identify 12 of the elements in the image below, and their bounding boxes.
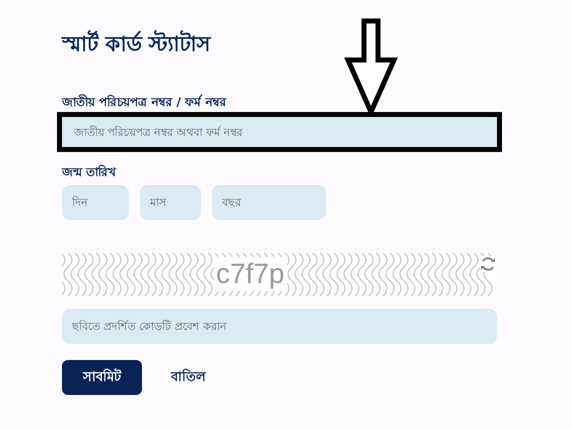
refresh-icon[interactable] [480,256,496,272]
cancel-button[interactable]: বাতিল [168,367,209,388]
captcha-field[interactable]: ছবিতে প্রদর্শিত কোডটি প্রবেশ করান [62,309,497,344]
date-field[interactable]: মাস [140,185,201,220]
date-field[interactable]: বছর [212,185,326,220]
field-label: জাতীয় পরিচয়পত্র নম্বর / ফর্ম নম্বর [62,94,228,110]
page-title: স্মার্ট কার্ড স্ট্যাটাস [62,29,212,58]
id-number-field[interactable]: জাতীয় পরিচয়পত্র নম্বর অথবা ফর্ম নম্বর [57,112,502,152]
field-label: জন্ম তারিখ [62,164,118,180]
submit-button[interactable]: সাবমিট [62,360,142,395]
captcha-code: c7f7p [214,257,286,291]
date-field[interactable]: দিন [62,185,129,220]
